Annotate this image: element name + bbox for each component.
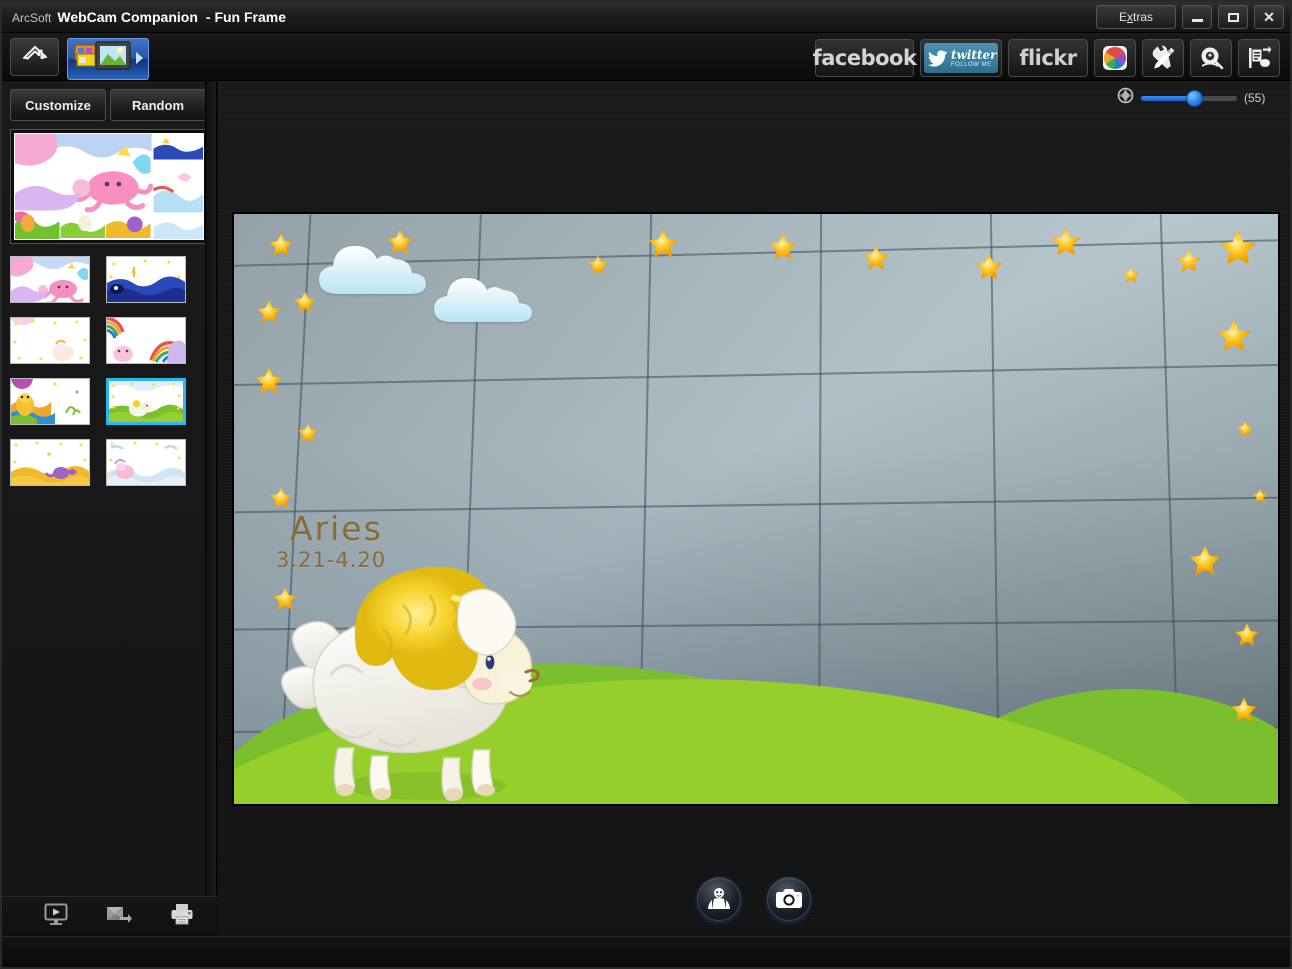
thumbnail-frame-pastel[interactable]: [10, 317, 90, 364]
frame-star: [1217, 319, 1251, 351]
frame-star: [1051, 227, 1081, 256]
frame-preview-image: [14, 133, 204, 240]
brand-label: ArcSoft: [12, 11, 52, 25]
close-button[interactable]: ✕: [1254, 5, 1284, 29]
frame-star: [1177, 249, 1201, 272]
frame-aries-ram: [281, 566, 540, 802]
frame-star: [863, 245, 889, 270]
chevron-right-icon: [136, 52, 143, 64]
twitter-label: twitter: [951, 47, 997, 62]
zoom-control: (55): [1117, 85, 1272, 111]
zoom-slider-knob[interactable]: [1186, 89, 1204, 107]
twitter-inner: twitter FOLLOW ME: [924, 43, 998, 73]
face-tracking-icon: [708, 888, 730, 909]
capture-photo-button[interactable]: [767, 877, 811, 921]
home-icon: [22, 45, 47, 60]
frame-cloud-1: [319, 246, 426, 294]
zoom-value-label: (55): [1244, 91, 1266, 105]
frame-star: [648, 229, 678, 258]
frame-star: [298, 423, 318, 443]
webcam-preview-stage[interactable]: Aries 3.21-4.20: [232, 212, 1280, 806]
random-button[interactable]: Random: [110, 89, 206, 121]
thumbnail-frame-rainbow[interactable]: [106, 317, 186, 364]
frame-star: [1236, 420, 1254, 437]
tools-button[interactable]: [1142, 39, 1184, 77]
facebook-button[interactable]: facebook: [812, 39, 917, 77]
twitter-bird-icon: [928, 49, 947, 67]
picasa-icon: [1103, 46, 1127, 70]
mode-name-label: - Fun Frame: [205, 9, 287, 25]
left-panel-bottom-bar: [2, 896, 217, 936]
frame-thumbnail-grid: [10, 256, 200, 486]
frame-star: [257, 300, 281, 323]
title-bar: ArcSoft WebCam Companion - Fun Frame Ext…: [2, 2, 1290, 33]
export-icon: [1249, 46, 1272, 68]
window-title: ArcSoft WebCam Companion - Fun Frame: [12, 9, 286, 25]
frame-star: [255, 367, 283, 394]
frame-star: [769, 233, 797, 260]
search-icon: [1201, 47, 1224, 70]
thumbnail-frame-whale[interactable]: [106, 256, 186, 303]
maximize-button[interactable]: [1218, 5, 1248, 29]
main-area: (55) Aries 3.21-4.20: [218, 81, 1290, 936]
flickr-label: flickr: [1019, 46, 1077, 70]
email-icon[interactable]: [106, 904, 132, 929]
twitter-text: twitter FOLLOW ME: [951, 49, 996, 68]
status-bar: [2, 936, 1290, 967]
frame-star: [1231, 697, 1257, 722]
camera-icon: [776, 889, 802, 908]
frame-star: [294, 291, 316, 312]
search-button[interactable]: [1190, 39, 1232, 77]
mode-button-fun-frame[interactable]: [67, 38, 149, 80]
twitter-button[interactable]: twitter FOLLOW ME: [920, 39, 1002, 77]
extras-label: Extras: [1118, 10, 1154, 24]
frame-star: [1189, 545, 1221, 576]
minimize-button[interactable]: [1182, 5, 1212, 29]
customize-button[interactable]: Customize: [10, 89, 106, 121]
social-toolbar: facebook twitter FOLLOW ME flickr: [812, 38, 1280, 78]
picasa-button[interactable]: [1094, 39, 1136, 77]
thumbnail-frame-water[interactable]: [106, 439, 186, 486]
thumbnail-frame-octopus[interactable]: [10, 256, 90, 303]
window-controls: Extras ✕: [1096, 5, 1284, 29]
minimize-icon: [1191, 18, 1203, 22]
twitter-sublabel: FOLLOW ME: [951, 61, 992, 68]
frame-star: [387, 229, 413, 254]
capture-button-row: [218, 866, 1290, 932]
home-button[interactable]: [10, 38, 59, 76]
thumbnail-frame-aries[interactable]: [106, 378, 186, 425]
slideshow-icon[interactable]: [44, 903, 68, 930]
frame-star: [1122, 266, 1140, 283]
maximize-icon: [1227, 12, 1239, 22]
print-icon[interactable]: [170, 903, 194, 930]
frame-preview-box[interactable]: [10, 129, 208, 244]
thumbnail-frame-tiger[interactable]: [10, 378, 90, 425]
left-panel-scrollbar[interactable]: [205, 81, 216, 936]
frame-star: [270, 487, 292, 508]
zoom-slider[interactable]: [1141, 89, 1237, 107]
tools-icon: [1152, 45, 1175, 69]
frame-star: [269, 233, 293, 256]
export-button[interactable]: [1238, 39, 1280, 77]
frame-star: [1220, 230, 1256, 265]
fun-frame-icon: [74, 40, 132, 79]
close-icon: ✕: [1263, 9, 1275, 25]
flickr-button[interactable]: flickr: [1008, 39, 1088, 77]
frame-actions: Customize Random: [10, 89, 206, 121]
thumbnail-frame-desert[interactable]: [10, 439, 90, 486]
aperture-icon[interactable]: [1117, 87, 1134, 109]
frame-star: [1252, 488, 1268, 503]
app-name-label: WebCam Companion: [57, 9, 198, 25]
left-panel: Customize Random: [2, 81, 217, 936]
frame-cloud-2: [434, 278, 532, 322]
frame-star: [1235, 623, 1259, 646]
app-window: ArcSoft WebCam Companion - Fun Frame Ext…: [0, 0, 1292, 969]
frame-star: [975, 253, 1003, 280]
face-tracking-button[interactable]: [697, 877, 741, 921]
frame-star: [588, 255, 608, 275]
extras-button[interactable]: Extras: [1096, 5, 1176, 29]
top-toolbar: facebook twitter FOLLOW ME flickr: [2, 33, 1290, 81]
facebook-label: facebook: [812, 46, 917, 70]
